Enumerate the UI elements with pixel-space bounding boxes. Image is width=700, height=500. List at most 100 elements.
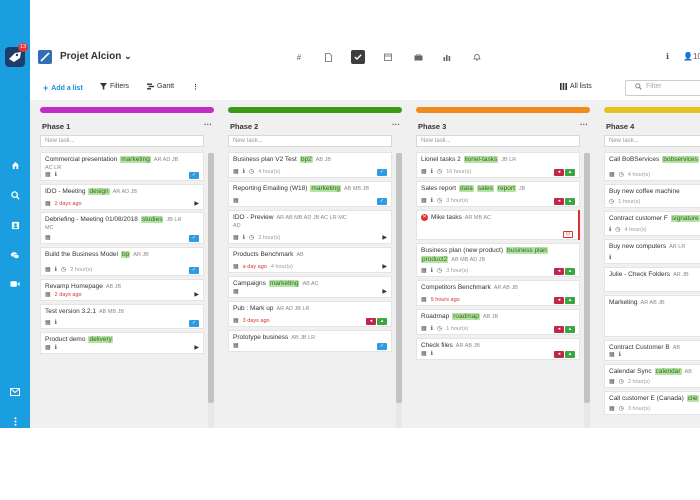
tag-red-icon[interactable]: ◂ — [554, 297, 564, 304]
task-card[interactable]: Buy new computers AR LR ℹ — [604, 239, 700, 264]
app-logo[interactable]: 13 — [5, 43, 29, 67]
play-icon[interactable]: ▶ — [194, 291, 199, 298]
play-icon[interactable]: ▶ — [194, 200, 199, 207]
tag-red-icon[interactable]: ◂ — [554, 326, 564, 333]
task-card[interactable]: Prototype business AB JB LR ▦ ✓ — [228, 330, 392, 352]
tag-red-icon[interactable]: ◂ — [554, 351, 564, 358]
column-title[interactable]: Phase 4 — [606, 122, 634, 131]
blocked-icon[interactable]: ⊡ — [563, 231, 573, 238]
info-icon[interactable]: ℹ — [666, 52, 669, 61]
video-icon[interactable] — [0, 277, 30, 291]
column-title[interactable]: Phase 3 — [418, 122, 446, 131]
task-tag[interactable]: data — [459, 185, 474, 192]
new-task-input[interactable]: New task... — [228, 135, 392, 147]
calendar-icon[interactable] — [381, 50, 395, 64]
task-card[interactable]: Business plan (new product) business plan… — [416, 243, 580, 277]
thumb-up-icon[interactable]: ▴ — [565, 351, 575, 358]
check-icon[interactable] — [351, 50, 365, 64]
task-tag[interactable]: bobservices — [662, 156, 699, 163]
column-scrollbar[interactable] — [584, 153, 590, 428]
task-card[interactable]: Call BoBServices bobservices ▦ ◷ 4 hour(s) — [604, 152, 700, 181]
task-card[interactable]: Test version 3.2.1 AB MB JB ▦ ℹ ✓ — [40, 304, 204, 329]
task-card[interactable]: Call customer E (Canada) clie ▦ ◷ 3 hour(s) — [604, 391, 700, 415]
search-icon[interactable] — [0, 188, 30, 202]
task-tag[interactable]: bp — [121, 251, 131, 258]
new-task-input[interactable]: New task... — [416, 135, 580, 147]
new-task-input[interactable]: New task... — [604, 135, 700, 147]
tag-red-icon[interactable]: ◂ — [554, 169, 564, 176]
scrollbar-thumb[interactable] — [208, 153, 214, 403]
status-check-icon[interactable]: ✓ — [189, 320, 199, 327]
task-card[interactable]: Contract Customer B AB ▦ ℹ — [604, 340, 700, 361]
thumb-up-icon[interactable]: ▴ — [565, 297, 575, 304]
task-card[interactable]: Product demo delivery ▦ ℹ ▶ — [40, 332, 204, 354]
project-title[interactable]: Projet Alcion ⌄ — [60, 51, 132, 62]
members-count[interactable]: 👤10 — [683, 52, 700, 61]
column-scrollbar[interactable] — [208, 153, 214, 428]
play-icon[interactable]: ▶ — [382, 234, 387, 241]
task-card[interactable]: Business plan V2 Test bp2 AB JB ▦ ℹ ◷ 4 hour(s… — [228, 152, 392, 178]
task-tag[interactable]: bp2 — [299, 156, 313, 163]
chat-icon[interactable] — [0, 248, 30, 262]
task-card[interactable]: IDO - Meeting design AR AD JB ▦ 2 days ago ▶ — [40, 184, 204, 210]
task-card[interactable]: IDO - Preview AR AB MB AD JB AC LR MC AD ▦ ℹ… — [228, 210, 392, 244]
status-check-icon[interactable]: ✓ — [377, 343, 387, 350]
task-card[interactable]: Debriefing - Meeting 01/08/2018 studies JB… — [40, 212, 204, 244]
column-menu-icon[interactable]: ··· — [580, 120, 588, 129]
toolbar-more-icon[interactable]: ⋮ — [192, 83, 199, 91]
play-icon[interactable]: ▶ — [194, 344, 199, 351]
task-tag[interactable]: design — [88, 188, 110, 195]
task-card[interactable]: Reporting Emailing (W18) marketing AB MB J… — [228, 181, 392, 207]
column-scrollbar[interactable] — [396, 153, 402, 428]
task-tag[interactable]: product2 — [421, 256, 449, 263]
chart-icon[interactable] — [440, 50, 454, 64]
bell-icon[interactable] — [470, 50, 484, 64]
contacts-icon[interactable] — [0, 218, 30, 232]
task-tag[interactable]: marketing — [310, 185, 341, 192]
task-card[interactable]: Commercial presentation marketing AR AD JB… — [40, 152, 204, 181]
gantt-button[interactable]: Gantt — [147, 83, 174, 90]
filters-button[interactable]: Filters — [100, 83, 129, 90]
status-check-icon[interactable]: ✓ — [189, 267, 199, 274]
document-icon[interactable] — [321, 50, 335, 64]
thumb-up-icon[interactable]: ▴ — [377, 318, 387, 325]
tag-red-icon[interactable]: ◂ — [366, 318, 376, 325]
task-card[interactable]: Competitors Benchmark AR AB JB ▦ 9 hours ag… — [416, 280, 580, 306]
task-card[interactable]: Calendar Sync calendar AB ▦ ◷ 2 hour(s) — [604, 364, 700, 388]
tag-red-icon[interactable]: ◂ — [554, 198, 564, 205]
task-tag[interactable]: studies — [140, 216, 164, 223]
task-card[interactable]: Julie - Check Folders AR JB — [604, 267, 700, 292]
task-card[interactable]: Revamp Homepage AB JB ▦ 2 days ago ▶ — [40, 279, 204, 301]
thumb-up-icon[interactable]: ▴ — [565, 326, 575, 333]
tag-red-icon[interactable]: ◂ — [554, 268, 564, 275]
task-card[interactable]: Buy new coffee machine ◷ 1 hour(s) — [604, 184, 700, 208]
thumb-up-icon[interactable]: ▴ — [565, 268, 575, 275]
play-icon[interactable]: ▶ — [382, 288, 387, 295]
task-tag[interactable]: calendar — [654, 368, 682, 375]
thumb-up-icon[interactable]: ▴ — [565, 198, 575, 205]
status-check-icon[interactable]: ✓ — [377, 198, 387, 205]
task-card[interactable]: Campaigns marketing AB AC ▦ ▶ — [228, 276, 392, 298]
task-tag[interactable]: marketing — [268, 280, 300, 287]
home-icon[interactable] — [0, 158, 30, 172]
briefcase-icon[interactable] — [411, 50, 425, 64]
task-card[interactable]: Build the Business Model bp AR JB ▦ ℹ ◷ 2 hour… — [40, 247, 204, 276]
task-tag[interactable]: sales — [476, 185, 494, 192]
status-check-icon[interactable]: ✓ — [189, 172, 199, 179]
task-card[interactable]: Sales report data sales report JB ▦ ℹ ◷ 3 hour(s… — [416, 181, 580, 207]
task-card[interactable]: Contract customer Fsignature ℹ ◷ 4 hour(s) — [604, 211, 700, 236]
task-card[interactable]: Products Benchmark AB ▦ a day ago 4 hour(s) ▶ — [228, 247, 392, 273]
add-list-button[interactable]: + Add a list — [43, 83, 83, 93]
task-tag[interactable]: signature — [670, 215, 700, 222]
scrollbar-thumb[interactable] — [584, 153, 590, 403]
status-check-icon[interactable]: ✓ — [189, 235, 199, 242]
task-card[interactable]: Marketing AR AB JB — [604, 295, 700, 337]
task-tag[interactable]: business plan — [506, 247, 548, 254]
task-tag[interactable]: delivery — [88, 336, 113, 343]
column-menu-icon[interactable]: ··· — [392, 120, 400, 129]
more-icon[interactable] — [0, 414, 30, 428]
hash-icon[interactable]: # — [292, 50, 306, 64]
mail-icon[interactable] — [0, 385, 30, 399]
task-tag[interactable]: report — [496, 185, 516, 192]
thumb-up-icon[interactable]: ▴ — [565, 169, 575, 176]
